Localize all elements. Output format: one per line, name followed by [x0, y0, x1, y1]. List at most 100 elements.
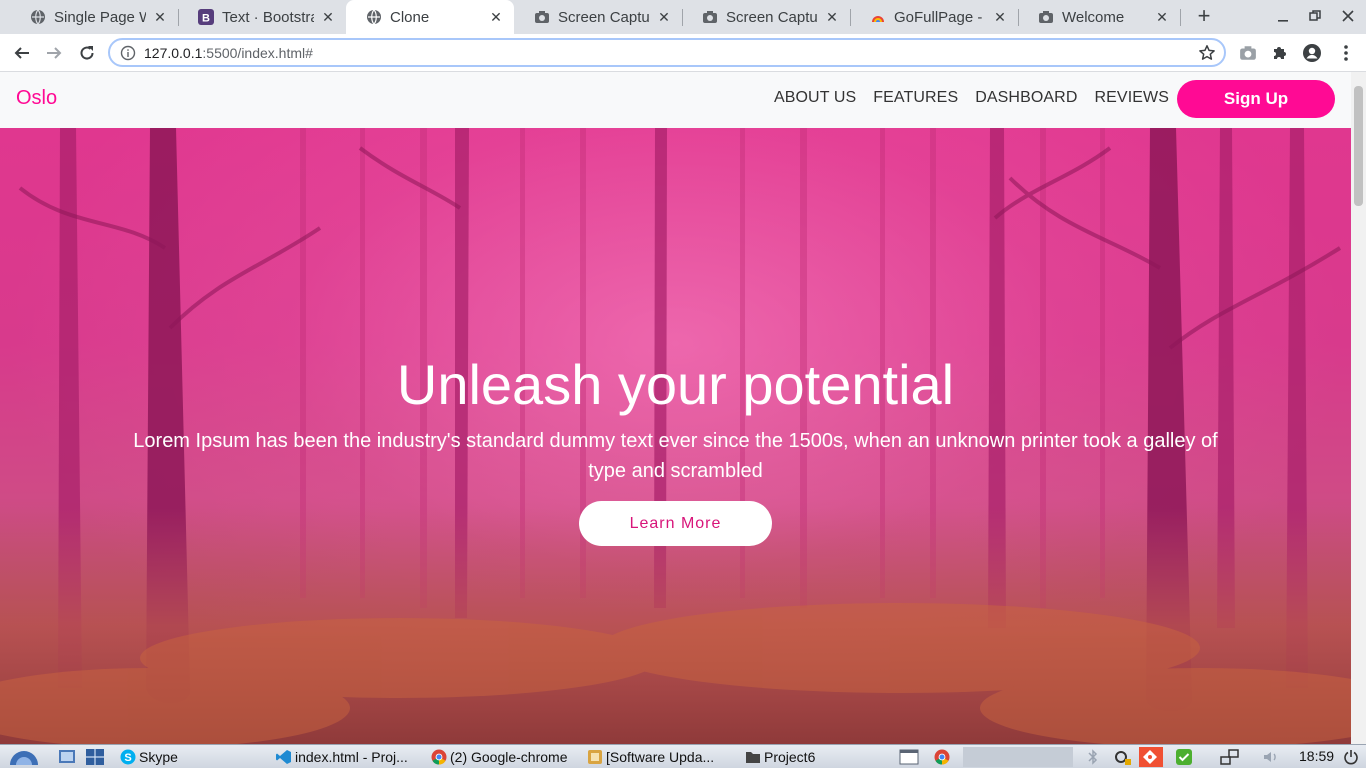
close-icon[interactable]: ✕ [488, 9, 504, 25]
extensions-button[interactable] [1270, 43, 1290, 63]
taskbar-item-vscode[interactable]: index.html - Proj... [276, 747, 426, 767]
nav-link-reviews[interactable]: REVIEWS [1095, 89, 1170, 107]
forward-button[interactable] [43, 42, 65, 64]
learn-more-button[interactable]: Learn More [579, 501, 772, 546]
globe-icon [366, 9, 382, 25]
browser-tab[interactable]: Screen Capture ✕ [682, 0, 850, 34]
power-icon [1344, 750, 1358, 765]
taskbar-item-label: [Software Upda... [606, 749, 715, 765]
window-icon [899, 749, 919, 765]
volume-icon[interactable] [1262, 747, 1282, 767]
network-tool-icon[interactable] [1114, 747, 1134, 767]
site-brand-link[interactable]: Oslo [16, 87, 57, 110]
tab-title: Single Page We [54, 8, 146, 26]
url-path: :5500/index.html# [202, 44, 313, 61]
start-menu-icon [10, 751, 38, 765]
close-icon[interactable]: ✕ [152, 9, 168, 25]
kebab-menu-icon [1344, 45, 1348, 61]
tab-separator [1180, 9, 1181, 26]
site-navbar: Oslo ABOUT US FEATURES DASHBOARD REVIEWS… [0, 72, 1351, 128]
taskbar-item-label: Project6 [764, 749, 816, 765]
info-icon[interactable] [120, 45, 136, 61]
arrow-right-icon [47, 47, 62, 59]
workspace-icon [86, 749, 104, 765]
taskbar-clock: 18:59 [1299, 748, 1335, 764]
svg-text:S: S [124, 752, 131, 764]
page-viewport: Oslo ABOUT US FEATURES DASHBOARD REVIEWS… [0, 72, 1351, 744]
tab-title: Clone [390, 8, 430, 26]
network-icon[interactable] [1220, 747, 1242, 767]
bootstrap-icon: B [198, 9, 214, 25]
taskbar-item-chrome[interactable]: (2) Google-chrome [431, 747, 581, 767]
close-icon[interactable]: ✕ [824, 9, 840, 25]
close-icon[interactable]: ✕ [992, 9, 1008, 25]
workspace-switcher[interactable] [85, 747, 107, 767]
puzzle-icon [1274, 47, 1286, 59]
hero-title: Unleash your potential [396, 353, 955, 416]
tab-title: Welcome [1062, 8, 1125, 26]
reload-icon [80, 46, 94, 60]
power-button[interactable] [1343, 747, 1361, 767]
nav-link-features[interactable]: FEATURES [873, 89, 958, 107]
browser-tab-strip: Single Page We ✕ B Text · Bootstrap ✕ Cl… [0, 0, 1366, 34]
window-preview-button[interactable] [899, 747, 921, 767]
star-icon[interactable] [1198, 44, 1216, 62]
folder-icon [746, 752, 760, 763]
browser-tab[interactable]: Single Page We ✕ [10, 0, 178, 34]
screen-capture-extension-button[interactable] [1238, 43, 1258, 63]
tab-title: Screen Capture [726, 8, 818, 26]
browser-tab[interactable]: B Text · Bootstrap ✕ [178, 0, 346, 34]
close-icon[interactable]: ✕ [656, 9, 672, 25]
taskbar-item-project6[interactable]: Project6 [745, 747, 891, 767]
restore-button[interactable] [1307, 8, 1323, 24]
update-status-icon[interactable] [1175, 747, 1195, 767]
taskbar-item-label: (2) Google-chrome [450, 749, 568, 765]
profile-button[interactable] [1302, 43, 1322, 63]
new-tab-button[interactable]: + [1192, 5, 1216, 29]
camera-icon [534, 9, 550, 25]
browser-tab[interactable]: Welcome ✕ [1018, 0, 1180, 34]
back-button[interactable] [11, 42, 33, 64]
nav-link-dashboard[interactable]: DASHBOARD [975, 89, 1077, 107]
skype-icon: S [120, 749, 136, 765]
taskbar-item-skype[interactable]: S Skype [120, 747, 270, 767]
browser-toolbar: 127.0.0.1:5500/index.html# [0, 34, 1366, 72]
git-icon[interactable] [1139, 747, 1163, 767]
site-nav-links: ABOUT US FEATURES DASHBOARD REVIEWS [774, 89, 1169, 107]
chrome-launcher[interactable] [934, 747, 956, 767]
taskbar-item-label: index.html - Proj... [295, 749, 408, 765]
taskbar-item-label: Skype [139, 749, 178, 765]
globe-icon [30, 9, 46, 25]
bluetooth-icon[interactable] [1087, 747, 1103, 767]
show-desktop-button[interactable] [58, 747, 78, 767]
page-scrollbar[interactable] [1351, 72, 1366, 744]
close-window-button[interactable] [1340, 8, 1356, 24]
camera-icon [1240, 46, 1256, 60]
os-taskbar: S Skype index.html - Proj... (2) Google-… [0, 744, 1366, 768]
start-menu-button[interactable] [6, 747, 46, 767]
camera-icon [702, 9, 718, 25]
nav-link-about-us[interactable]: ABOUT US [774, 89, 856, 107]
tab-title: GoFullPage - Fu [894, 8, 986, 26]
tab-title: Screen Capture [558, 8, 650, 26]
tab-title: Text · Bootstrap [222, 8, 314, 26]
close-icon[interactable]: ✕ [1154, 9, 1170, 25]
vscode-icon [276, 750, 291, 764]
address-bar[interactable]: 127.0.0.1:5500/index.html# [108, 38, 1226, 67]
scrollbar-thumb[interactable] [1354, 86, 1363, 206]
sign-up-button[interactable]: Sign Up [1177, 80, 1335, 118]
camera-icon [1038, 9, 1054, 25]
arrow-left-icon [14, 47, 29, 59]
chrome-icon [431, 749, 447, 765]
taskbar-item-software-update[interactable]: [Software Upda... [587, 747, 735, 767]
hero-description: Lorem Ipsum has been the industry's stan… [133, 430, 1218, 482]
browser-tab[interactable]: Screen Capture ✕ [514, 0, 682, 34]
browser-tab-active[interactable]: Clone ✕ [346, 0, 514, 34]
minimize-button[interactable] [1275, 8, 1291, 24]
pager-workspaces[interactable] [963, 747, 1073, 767]
hero-section: Unleash your potential Lorem Ipsum has b… [0, 128, 1351, 744]
close-icon[interactable]: ✕ [320, 9, 336, 25]
menu-button[interactable] [1336, 43, 1356, 63]
browser-tab[interactable]: GoFullPage - Fu ✕ [850, 0, 1018, 34]
reload-button[interactable] [76, 42, 98, 64]
